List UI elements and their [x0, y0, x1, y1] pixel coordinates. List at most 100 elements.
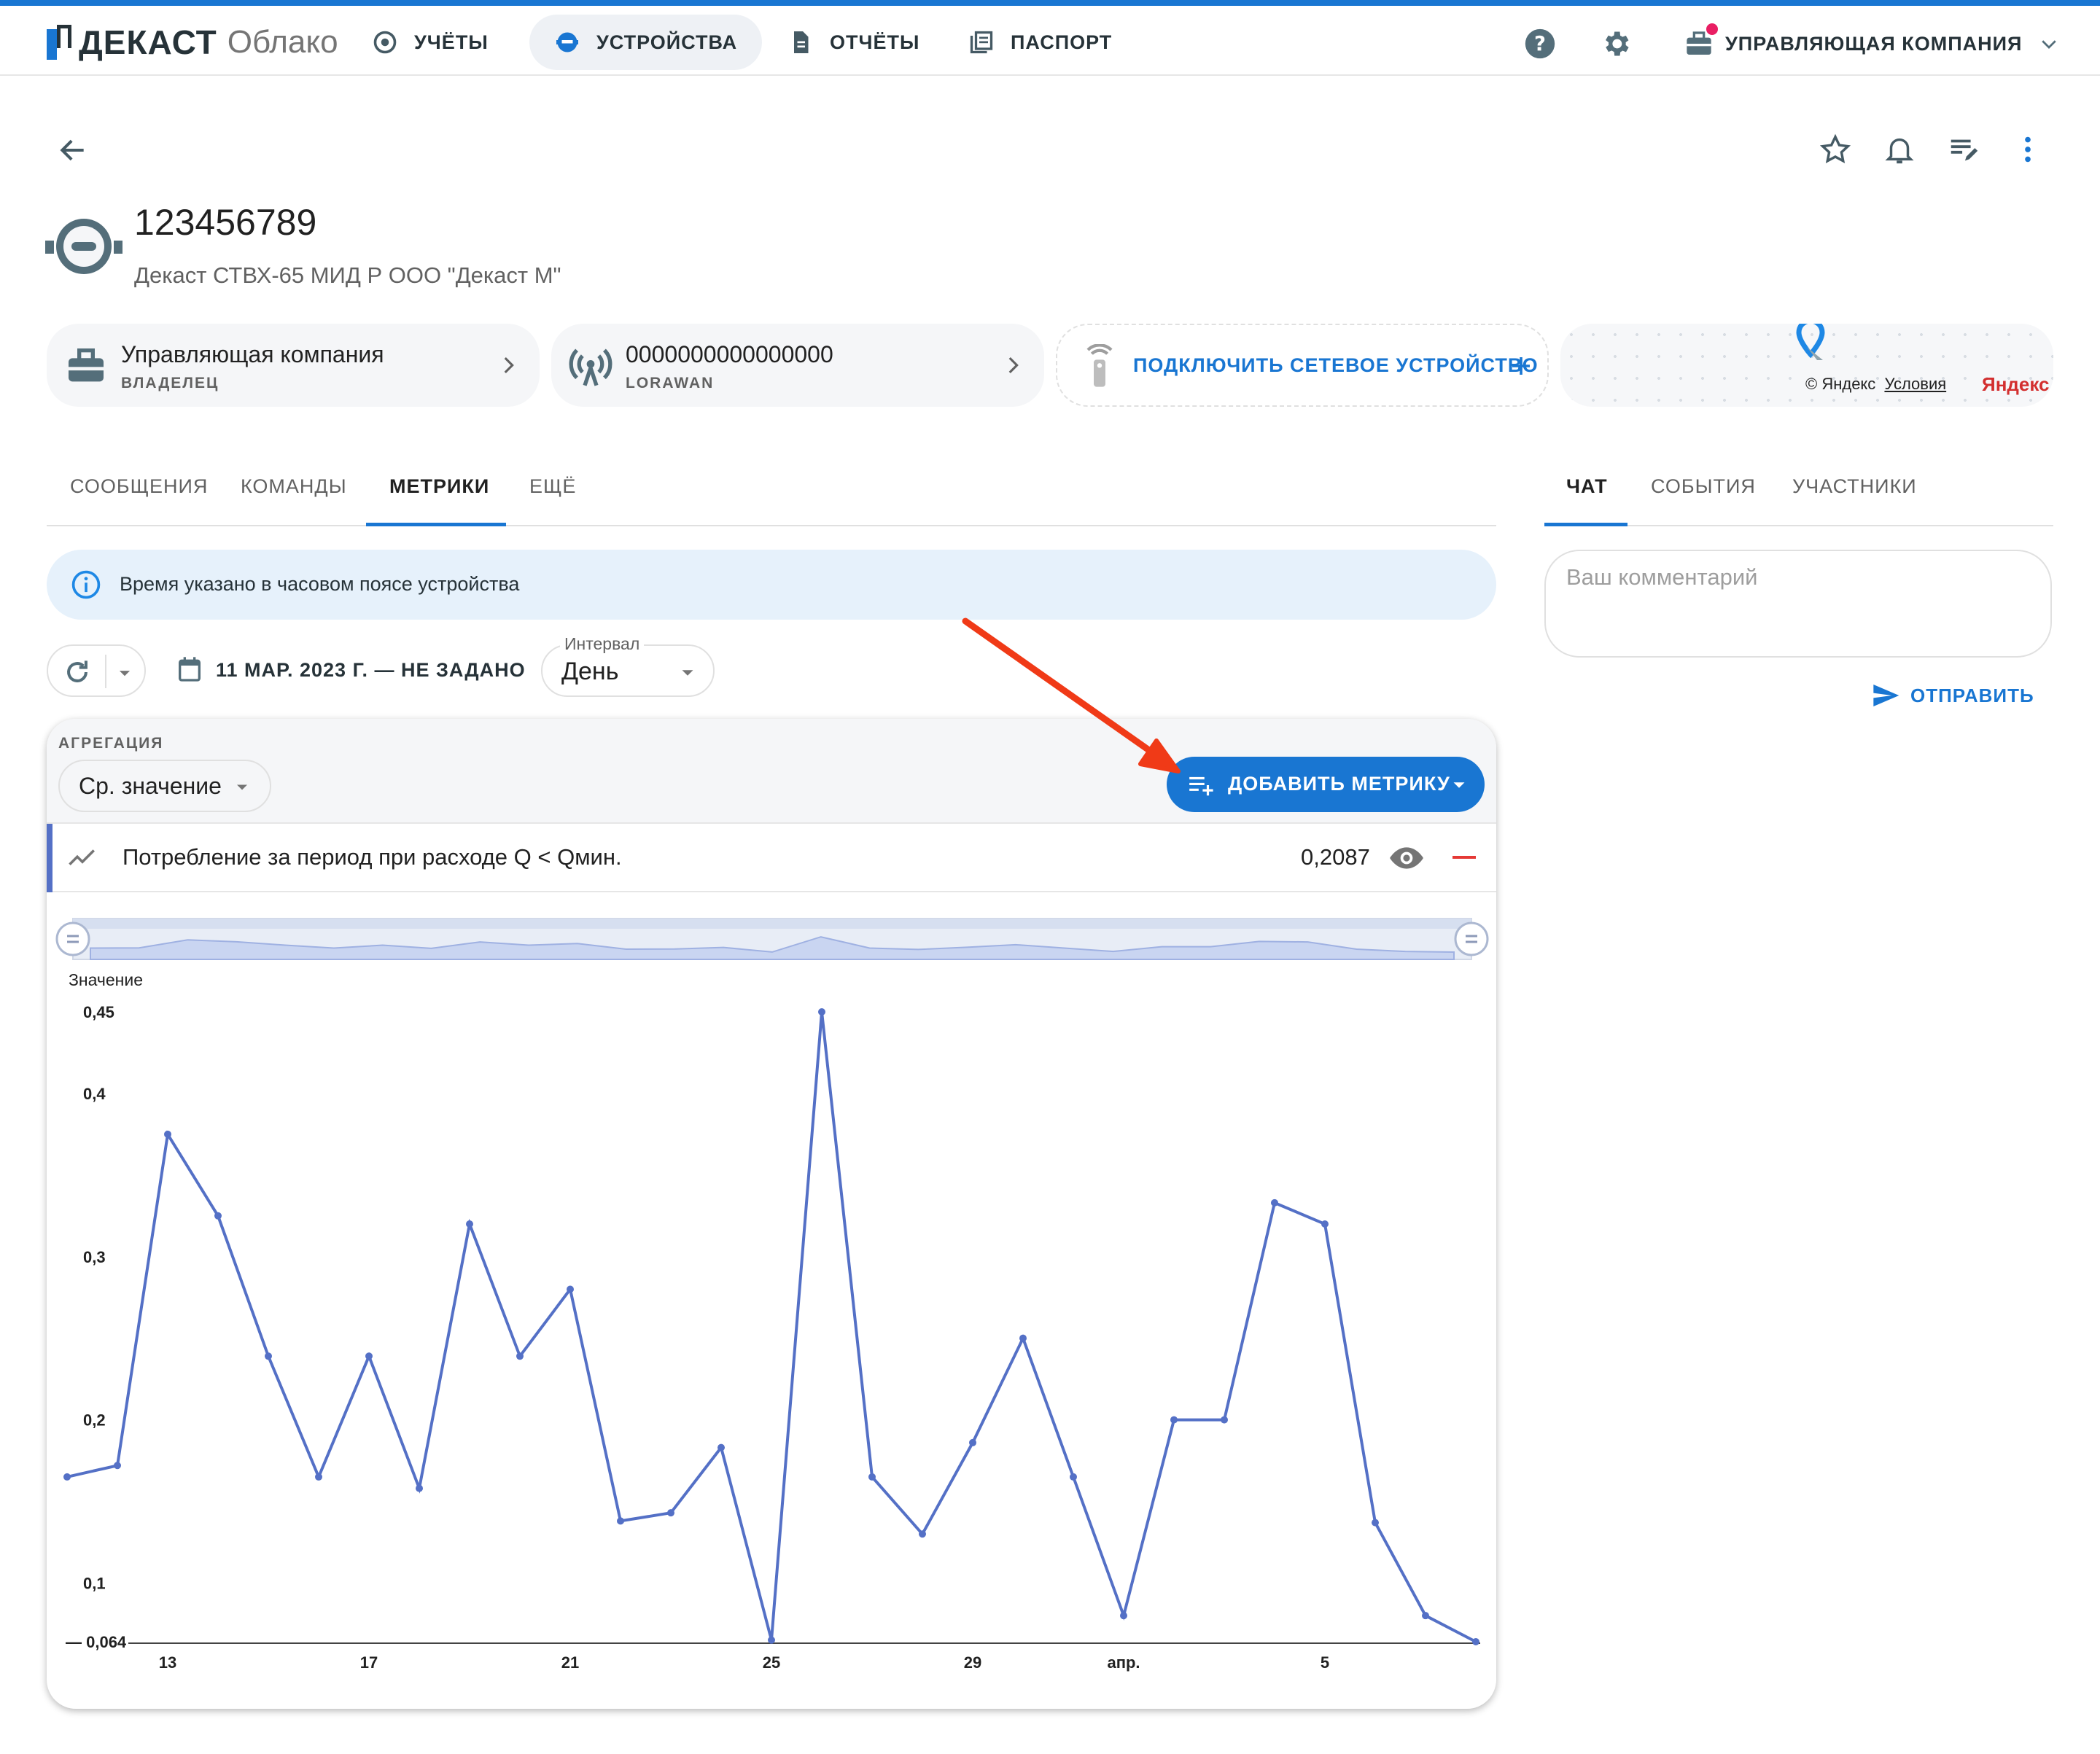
calendar-icon[interactable] — [175, 655, 204, 684]
side-tabs: ЧАТ СОБЫТИЯ УЧАСТНИКИ — [1544, 459, 2053, 526]
network-card[interactable]: 0000000000000000 LORAWAN — [551, 324, 1044, 407]
metrics-panel-header: АГРЕГАЦИЯ Ср. значение ДОБАВИТЬ МЕТРИКУ — [47, 719, 1496, 824]
organization-switcher[interactable]: УПРАВЛЯЮЩАЯ КОМПАНИЯ — [1684, 23, 2060, 64]
add-metric-button[interactable]: ДОБАВИТЬ МЕТРИКУ — [1167, 757, 1485, 812]
caret-down-icon[interactable] — [1448, 774, 1470, 796]
interval-select[interactable]: Интервал День — [541, 634, 715, 697]
help-icon[interactable]: ? — [1524, 28, 1556, 60]
zoom-handle-right[interactable] — [1454, 921, 1489, 956]
data-point[interactable] — [1321, 1220, 1329, 1228]
y-tick-label: 0,3 — [83, 1248, 106, 1266]
connect-device-label: ПОДКЛЮЧИТЬ СЕТЕВОЕ УСТРОЙСТВО — [1133, 354, 1539, 376]
tab-messages[interactable]: СООБЩЕНИЯ — [70, 475, 208, 498]
y-tick-label: — 0,064 — [66, 1633, 127, 1651]
map-copyright: © Яндекс Условия — [1805, 375, 1947, 393]
caret-down-icon — [237, 784, 247, 790]
data-point[interactable] — [667, 1509, 674, 1517]
tab-metrics[interactable]: МЕТРИКИ — [389, 475, 489, 498]
tab-participants[interactable]: УЧАСТНИКИ — [1792, 475, 1917, 498]
data-point[interactable] — [919, 1530, 926, 1538]
edit-list-icon[interactable] — [1947, 133, 1980, 166]
main-tabs: СООБЩЕНИЯ КОМАНДЫ МЕТРИКИ ЕЩЁ — [47, 459, 1496, 526]
data-point[interactable] — [868, 1473, 876, 1481]
y-axis-title: Значение — [69, 970, 143, 989]
metric-row[interactable]: Потребление за период при расходе Q < Qм… — [47, 824, 1496, 892]
map-provider-logo[interactable]: Яндекс — [1982, 373, 2050, 396]
data-zoom-slider[interactable] — [55, 918, 1489, 960]
nav-item-reports[interactable]: ОТЧЁТЫ — [763, 15, 944, 70]
aperture-icon — [373, 31, 397, 54]
data-point[interactable] — [1221, 1416, 1228, 1424]
star-icon[interactable] — [1819, 133, 1852, 166]
data-point[interactable] — [1019, 1334, 1027, 1342]
data-point[interactable] — [114, 1462, 121, 1470]
data-point[interactable] — [718, 1443, 725, 1451]
data-point[interactable] — [265, 1352, 272, 1360]
data-point[interactable] — [315, 1473, 322, 1481]
zoom-handle-left[interactable] — [55, 921, 90, 956]
metric-line-chart[interactable]: Значение 0,45 0,4 0,3 0,2 0,1 — 0,064 13 17 21 2… — [47, 894, 1496, 1709]
data-point[interactable] — [164, 1130, 171, 1138]
send-button[interactable]: ОТПРАВИТЬ — [1871, 681, 2034, 710]
data-point[interactable] — [1170, 1416, 1178, 1424]
date-range[interactable]: 11 МАР. 2023 Г. — НЕ ЗАДАНО — [216, 659, 526, 682]
data-point[interactable] — [416, 1484, 423, 1492]
data-point[interactable] — [1372, 1519, 1379, 1527]
data-point[interactable] — [567, 1285, 574, 1293]
nav-item-devices[interactable]: УСТРОЙСТВА — [529, 15, 763, 70]
x-tick-label: 25 — [763, 1653, 780, 1672]
comment-placeholder: Ваш комментарий — [1566, 564, 1758, 590]
aggregation-label: АГРЕГАЦИЯ — [58, 735, 164, 752]
tab-chat[interactable]: ЧАТ — [1566, 475, 1608, 498]
metrics-panel: АГРЕГАЦИЯ Ср. значение ДОБАВИТЬ МЕТРИКУ … — [47, 719, 1496, 1709]
remote-device-icon — [1086, 344, 1113, 387]
map-pin-icon — [1796, 324, 1825, 360]
brand-mark-icon — [47, 25, 71, 60]
bell-icon[interactable] — [1883, 133, 1916, 166]
metric-value: 0,2087 — [1301, 844, 1370, 870]
data-point[interactable] — [1422, 1612, 1429, 1620]
x-tick-label: 17 — [360, 1653, 378, 1672]
x-tick-label: апр. — [1107, 1653, 1140, 1672]
connect-device-card[interactable]: ПОДКЛЮЧИТЬ СЕТЕВОЕ УСТРОЙСТВО — [1056, 324, 1549, 407]
data-point[interactable] — [1070, 1473, 1077, 1481]
owner-card[interactable]: Управляющая компания ВЛАДЕЛЕЦ — [47, 324, 540, 407]
data-point[interactable] — [214, 1212, 222, 1220]
location-map[interactable]: © Яндекс Условия Яндекс — [1560, 324, 2053, 407]
more-vert-icon[interactable] — [2011, 133, 2045, 166]
data-point[interactable] — [617, 1517, 624, 1525]
caret-down-icon[interactable] — [112, 660, 137, 685]
x-tick-label: 29 — [964, 1653, 981, 1672]
y-axis: 0,45 0,4 0,3 0,2 0,1 — 0,064 — [66, 1003, 127, 1651]
network-id: 0000000000000000 — [626, 341, 833, 367]
brand-name: ДЕКАСТ — [79, 23, 217, 61]
owner-role: ВЛАДЕЛЕЦ — [121, 375, 219, 391]
tab-events[interactable]: СОБЫТИЯ — [1651, 475, 1756, 498]
comment-input[interactable]: Ваш комментарий — [1544, 550, 2052, 658]
refresh-icon[interactable] — [61, 656, 93, 688]
data-point[interactable] — [63, 1473, 71, 1481]
nav-item-accounts[interactable]: УЧЁТЫ — [347, 15, 513, 70]
aggregation-select[interactable]: Ср. значение — [58, 760, 271, 812]
gear-icon[interactable] — [1600, 28, 1632, 60]
briefcase-icon — [69, 348, 104, 382]
tab-more[interactable]: ЕЩЁ — [529, 475, 576, 498]
data-point[interactable] — [1271, 1198, 1278, 1207]
map-terms-link[interactable]: Условия — [1884, 375, 1946, 393]
data-point[interactable] — [1472, 1638, 1479, 1645]
data-point[interactable] — [768, 1636, 775, 1644]
nav-item-passport[interactable]: ПАСПОРТ — [944, 15, 1137, 70]
data-point[interactable] — [516, 1352, 524, 1360]
data-point[interactable] — [466, 1220, 473, 1228]
back-arrow-icon[interactable] — [57, 134, 89, 166]
data-point[interactable] — [365, 1352, 373, 1360]
data-point[interactable] — [1120, 1612, 1127, 1620]
antenna-icon — [569, 348, 612, 386]
remove-metric-button[interactable] — [1452, 856, 1476, 859]
brand-logo[interactable]: ДЕКАСТ Облако — [47, 22, 338, 63]
eye-icon[interactable] — [1388, 840, 1425, 876]
data-point[interactable] — [969, 1438, 976, 1446]
data-point[interactable] — [818, 1008, 825, 1016]
x-tick-label: 13 — [159, 1653, 176, 1672]
tab-commands[interactable]: КОМАНДЫ — [241, 475, 347, 498]
